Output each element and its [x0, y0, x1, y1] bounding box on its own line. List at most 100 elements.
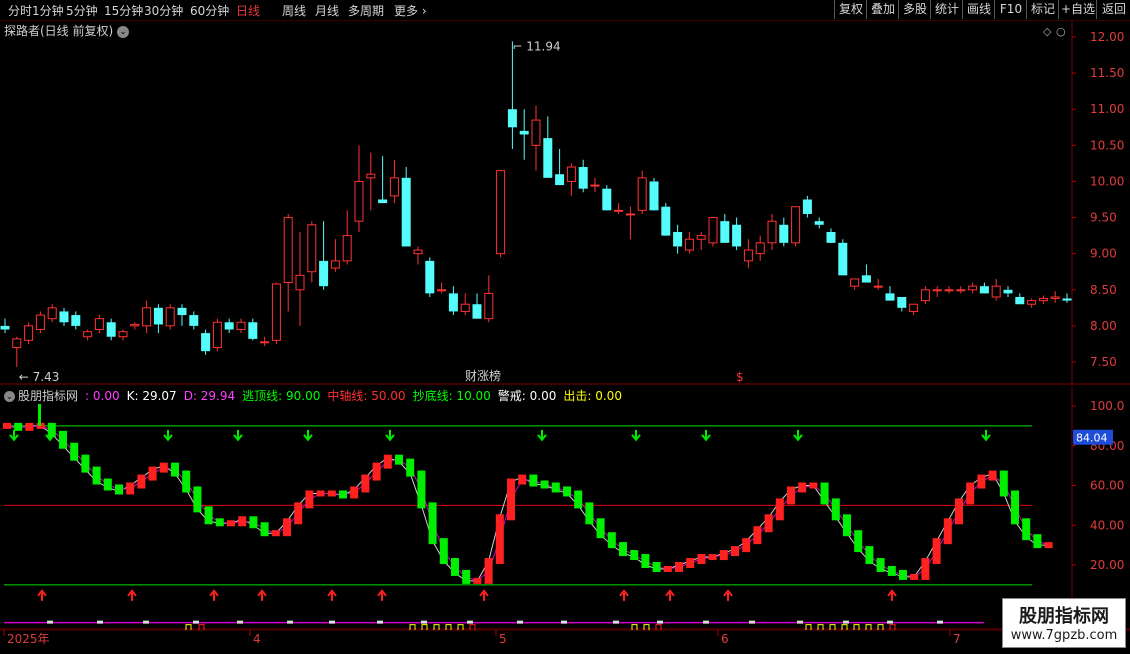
kd-block — [350, 486, 359, 499]
toolbar-button-3[interactable]: 统计 — [930, 0, 963, 19]
indicator-tick-label: 60.00 — [1090, 479, 1124, 493]
kd-block — [406, 458, 415, 477]
date-label: 7 — [953, 632, 961, 646]
toolbar-button-1[interactable]: 叠加 — [866, 0, 899, 19]
baseline-marker — [517, 620, 523, 624]
toolbar-button-6[interactable]: 标记 — [1026, 0, 1059, 19]
kd-block — [1044, 542, 1053, 549]
period-tab-10[interactable]: 更多 › — [394, 2, 427, 19]
candle-body — [661, 206, 671, 236]
candle-body — [779, 224, 789, 243]
kd-block — [283, 518, 291, 537]
kd-block — [641, 554, 650, 568]
period-tab-0[interactable]: 分时 — [8, 2, 32, 19]
kd-block — [988, 470, 997, 481]
candle-body — [437, 289, 447, 292]
top-toolbar: 分时 1分钟 5分钟 15分钟 30分钟 60分钟 日线 周线 月线 多周期 更多 › 复权 叠加 多股统… — [0, 0, 1130, 21]
candle-body — [12, 338, 22, 349]
baseline-marker — [237, 620, 243, 624]
kd-block — [294, 502, 303, 525]
price-tick-label: 11.50 — [1090, 66, 1124, 80]
kd-block — [831, 498, 840, 521]
candle-body — [732, 224, 742, 247]
period-tab-6[interactable]: 日线 — [236, 2, 260, 19]
candle-body — [1062, 298, 1072, 301]
candle-body — [802, 199, 812, 214]
candle-body — [201, 333, 211, 352]
kd-block — [585, 502, 594, 525]
kd-block — [215, 518, 224, 527]
kd-block — [753, 526, 762, 545]
candle-body — [1050, 296, 1060, 299]
baseline-marker — [657, 620, 663, 624]
period-tab-4[interactable]: 30分钟 — [144, 2, 183, 19]
indicator-tick-label: 40.00 — [1090, 518, 1124, 532]
kd-block — [126, 482, 135, 495]
toolbar-button-0[interactable]: 复权 — [834, 0, 867, 19]
period-tab-5[interactable]: 60分钟 — [190, 2, 229, 19]
toolbar-button-5[interactable]: F10 — [994, 0, 1027, 19]
chevron-down-icon[interactable]: ⌄ — [117, 25, 130, 38]
buy-arrow-icon — [723, 589, 733, 601]
candle-body — [425, 260, 435, 294]
period-tab-1[interactable]: 1分钟 — [32, 2, 64, 19]
date-axis: 2025年 4 5 6 7 股朋指标网 www.7gpzb.com — [0, 598, 1130, 650]
baseline-marker — [421, 620, 427, 624]
main-chart-panel: 探路者(日线 前复权) ⌄ 12.00 11.50 11.00 10.50 10.00 9… — [0, 21, 1130, 385]
indicator-value-5: 抄底线: 10.00 — [412, 389, 491, 403]
kd-block — [361, 474, 370, 493]
baseline-marker — [749, 620, 755, 624]
toolbar-button-4[interactable]: 画线 — [962, 0, 995, 19]
kd-block — [260, 522, 269, 537]
kd-block — [249, 516, 258, 529]
diamond-icon[interactable]: ◇ — [1043, 25, 1052, 38]
indicator-value-4: 中轴线: 50.00 — [327, 389, 406, 403]
buy-arrow-icon — [665, 589, 675, 601]
kd-block — [899, 569, 907, 580]
period-tab-9[interactable]: 多周期 — [348, 2, 384, 19]
stock-title[interactable]: 探路者(日线 前复权) ⌄ — [4, 22, 130, 39]
kd-block — [25, 422, 34, 431]
price-tick-label: 7.50 — [1090, 355, 1117, 369]
candle-body — [743, 249, 753, 262]
settings-circle-icon[interactable]: ○ — [1056, 25, 1066, 38]
candle-body — [920, 289, 930, 302]
baseline-marker — [703, 620, 709, 624]
indicator-value-6: 警戒: 0.00 — [497, 389, 557, 403]
period-tab-7[interactable]: 周线 — [282, 2, 306, 19]
candle-body — [106, 322, 116, 337]
kd-block — [563, 486, 571, 497]
candle-body — [1003, 289, 1013, 294]
price-tick-label: 8.50 — [1090, 283, 1117, 297]
toolbar-button-2[interactable]: 多股 — [898, 0, 931, 19]
candlestick-chart[interactable]: 12.00 11.50 11.00 10.50 10.00 9.50 9.00 8.50 8.0… — [0, 21, 1130, 385]
k-line — [6, 425, 1049, 582]
rank-marker[interactable]: 财涨榜 — [465, 368, 501, 383]
kd-block — [977, 474, 986, 489]
toolbar-button-7[interactable]: +自选 — [1058, 0, 1097, 19]
indicator-chart[interactable]: 100.080.0060.0040.0020.0084.04 — [0, 386, 1130, 646]
candle-body — [413, 249, 423, 255]
candle-body — [448, 293, 458, 312]
kd-block — [999, 470, 1008, 497]
indicator-value-2: D: 29.94 — [183, 389, 236, 403]
kd-block — [171, 462, 179, 477]
indicator-tick-label: 100.0 — [1090, 399, 1124, 413]
toolbar-button-8[interactable]: 返回 — [1096, 0, 1130, 19]
kd-block — [551, 482, 560, 493]
indicator-icon[interactable]: ⌄ — [4, 391, 15, 402]
period-tab-3[interactable]: 15分钟 — [104, 2, 143, 19]
kd-block — [686, 558, 695, 568]
kd-block — [451, 558, 459, 576]
baseline-marker — [47, 620, 53, 624]
kd-block — [876, 558, 885, 572]
kd-block — [115, 484, 123, 495]
kd-block — [238, 516, 247, 527]
kd-block — [70, 442, 79, 461]
buy-arrow-icon — [327, 589, 337, 601]
period-tab-8[interactable]: 月线 — [315, 2, 339, 19]
kd-block — [3, 422, 11, 429]
kd-block — [227, 520, 235, 527]
candle-body — [649, 181, 659, 211]
period-tab-2[interactable]: 5分钟 — [66, 2, 98, 19]
